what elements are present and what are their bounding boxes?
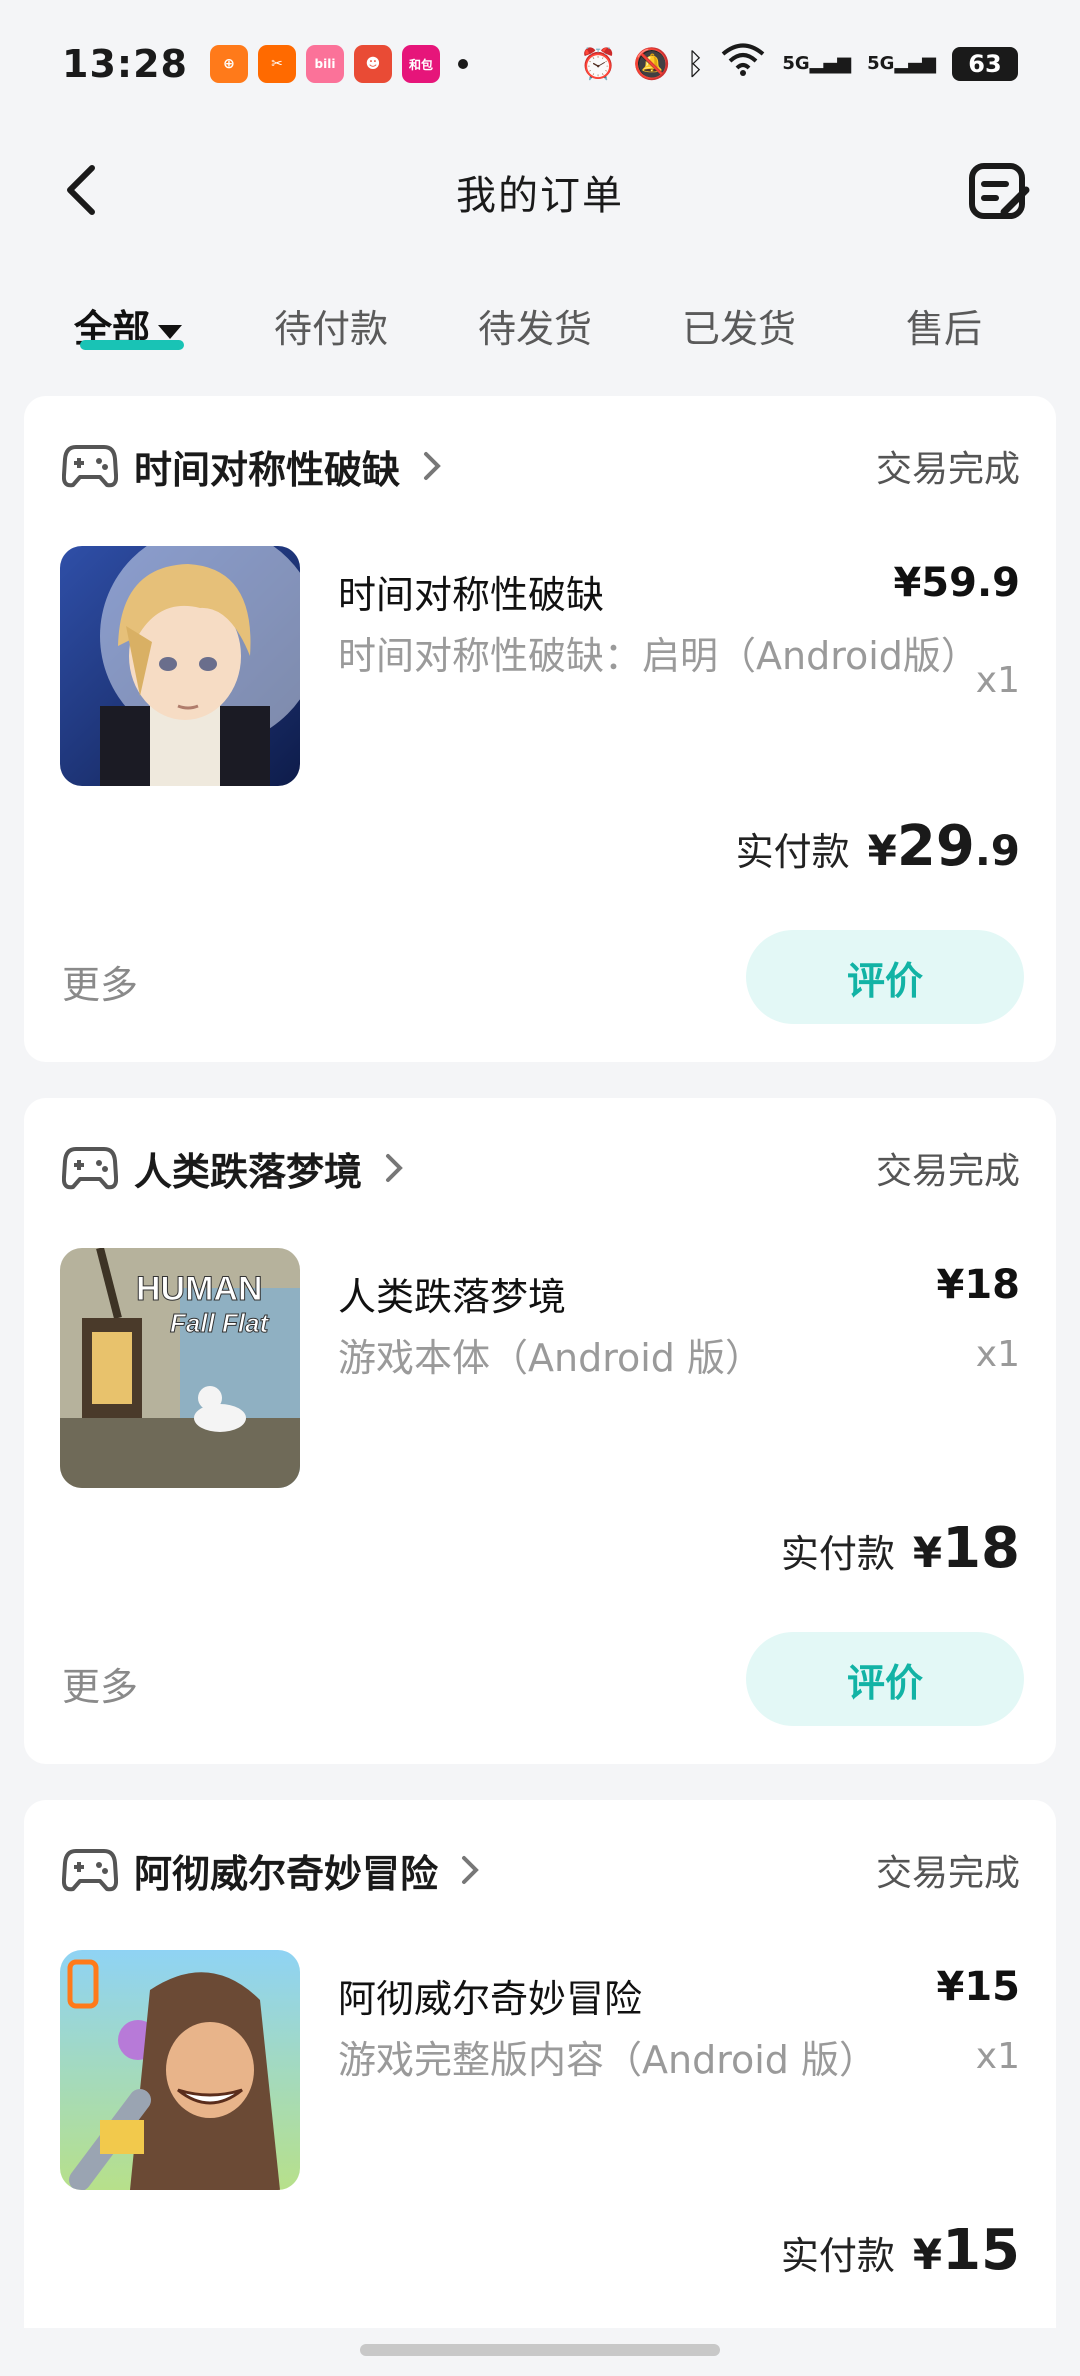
chevron-right-icon: [462, 1856, 479, 1884]
chevron-right-icon: [424, 452, 441, 480]
order-tabs: 全部 待付款 待发货 已发货 售后: [0, 288, 1080, 364]
orange-app-icon: ⊕: [209, 45, 248, 83]
tab-shipped[interactable]: 已发货: [682, 298, 796, 353]
home-indicator[interactable]: [360, 2344, 720, 2356]
review-button[interactable]: 评价: [746, 930, 1024, 1024]
product-thumbnail[interactable]: [60, 546, 300, 786]
paid-currency: ¥: [912, 2230, 943, 2279]
shop-name: 阿彻威尔奇妙冒险: [134, 1851, 439, 1896]
order-header[interactable]: 时间对称性破缺 交易完成: [62, 438, 1020, 494]
signal-5g-icon: 5G▂▄▆: [782, 53, 852, 74]
chevron-right-icon: [386, 1154, 403, 1182]
product-price: ¥18: [936, 1262, 1021, 1308]
product-variant: 游戏完整版内容（Android 版）: [338, 2038, 877, 2082]
back-arrow-icon: [67, 165, 95, 215]
order-header[interactable]: 人类跌落梦境 交易完成: [62, 1140, 1020, 1196]
bilibili-app-icon: bili: [305, 45, 344, 83]
order-status: 交易完成: [875, 1151, 1020, 1192]
hebao-app-icon: 和包: [401, 45, 440, 83]
order-status: 交易完成: [875, 1853, 1020, 1894]
product-title: 人类跌落梦境: [338, 1275, 567, 1319]
product-quantity: x1: [975, 2036, 1020, 2077]
notification-app-icons: ⊕ ✂ bili ☻ 和包: [209, 45, 468, 83]
taobao-app-icon: ✂: [257, 45, 296, 83]
anime-character-image: [60, 546, 300, 786]
header: 我的订单: [0, 128, 1080, 256]
paid-integer: 18: [942, 1516, 1020, 1581]
product-price: ¥59.9: [893, 560, 1020, 606]
order-status: 交易完成: [875, 449, 1020, 490]
order-card: 阿彻威尔奇妙冒险 交易完成 阿彻威尔奇妙冒险 ¥15 游戏完整版内容（Andro…: [24, 1800, 1056, 2328]
paid-currency: ¥: [912, 1528, 943, 1577]
product-title: 时间对称性破缺: [338, 573, 605, 617]
gamepad-icon: [62, 1147, 118, 1190]
product-title: 阿彻威尔奇妙冒险: [338, 1977, 643, 2021]
svg-text:Fall Flat: Fall Flat: [170, 1308, 270, 1338]
paid-integer: 29: [896, 814, 975, 879]
paid-currency: ¥: [867, 826, 897, 875]
product-thumbnail[interactable]: HUMAN Fall Flat: [60, 1248, 300, 1488]
order-header[interactable]: 阿彻威尔奇妙冒险 交易完成: [62, 1842, 1020, 1898]
active-tab-indicator: [80, 340, 184, 350]
paid-amount: 实付款 ¥ 29 .9: [736, 814, 1020, 879]
mute-icon: 🔕: [632, 46, 671, 82]
tab-pending-shipment[interactable]: 待发货: [478, 298, 592, 353]
paid-amount: 实付款 ¥ 15: [781, 2218, 1020, 2283]
shop-name: 时间对称性破缺: [134, 447, 401, 492]
status-time: 13:28: [62, 42, 188, 86]
gamepad-icon: [62, 445, 118, 488]
wifi-icon: [720, 43, 766, 85]
paid-label: 实付款: [780, 1532, 895, 1576]
battery-icon: 63: [952, 47, 1018, 81]
system-indicators: ⏰ 🔕 ᛒ 5G▂▄▆ 5G▂▄▆ 63: [580, 43, 1018, 85]
product-price: ¥15: [936, 1964, 1021, 2010]
product-quantity: x1: [975, 660, 1020, 701]
product-variant: 游戏本体（Android 版）: [338, 1336, 763, 1380]
bluetooth-icon: ᛒ: [686, 46, 705, 82]
paid-decimal: .9: [974, 826, 1020, 875]
paid-integer: 15: [942, 2218, 1020, 2283]
tab-after-sales[interactable]: 售后: [906, 298, 982, 353]
status-bar: 13:28 ⊕ ✂ bili ☻ 和包 ⏰ 🔕 ᛒ 5G▂▄▆ 5G▂▄▆ 63: [0, 0, 1080, 128]
product-quantity: x1: [975, 1334, 1020, 1375]
more-link[interactable]: 更多: [62, 1656, 138, 1711]
signal-5g-icon-2: 5G▂▄▆: [867, 53, 936, 74]
order-card: 时间对称性破缺 交易完成 时间对称性破缺 ¥59.9 时间对称性破缺：启明（An…: [24, 396, 1056, 1062]
product-thumbnail[interactable]: [60, 1950, 300, 2190]
tab-pending-payment[interactable]: 待付款: [274, 298, 388, 353]
order-card: 人类跌落梦境 交易完成 HUMAN Fall Flat 人类跌落梦境 ¥18 游…: [24, 1098, 1056, 1764]
dropdown-caret-icon: [158, 324, 183, 339]
hooded-adventurer-image: [60, 1950, 300, 2190]
paid-label: 实付款: [780, 2234, 895, 2278]
review-button[interactable]: 评价: [746, 1632, 1024, 1726]
gamepad-icon: [62, 1849, 118, 1892]
alarm-icon: ⏰: [579, 46, 617, 82]
game-app-icon: ☻: [353, 45, 392, 83]
paid-label: 实付款: [735, 830, 850, 874]
page-title: 我的订单: [456, 173, 624, 219]
human-fall-flat-image: HUMAN Fall Flat: [60, 1248, 300, 1488]
paid-amount: 实付款 ¥ 18: [781, 1516, 1020, 1581]
more-link[interactable]: 更多: [62, 954, 138, 1009]
more-notifications-dot: [457, 59, 468, 69]
product-variant: 时间对称性破缺：启明（Android版）: [338, 634, 979, 678]
svg-text:HUMAN: HUMAN: [136, 1270, 263, 1308]
shop-name: 人类跌落梦境: [134, 1149, 363, 1194]
edit-list-icon: [969, 163, 1030, 219]
back-button[interactable]: [52, 158, 116, 222]
edit-orders-button[interactable]: [964, 156, 1034, 226]
